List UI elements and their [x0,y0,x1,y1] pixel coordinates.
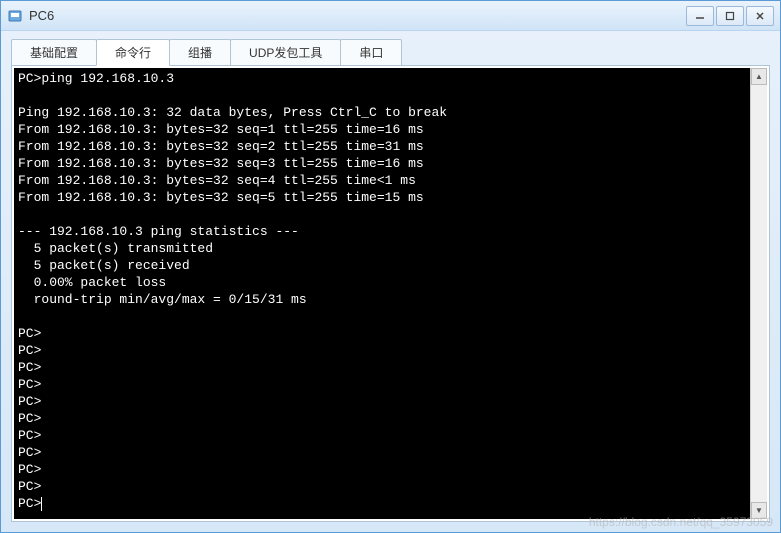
tab-multicast[interactable]: 组播 [169,39,231,66]
close-button[interactable] [746,6,774,26]
tab-command-line[interactable]: 命令行 [96,39,170,66]
window-controls [684,6,774,26]
app-window: PC6 基础配置 命令行 组播 UDP发包工具 串口 PC>ping 192.1… [0,0,781,533]
content-area: 基础配置 命令行 组播 UDP发包工具 串口 PC>ping 192.168.1… [1,31,780,532]
window-title: PC6 [29,8,684,23]
terminal-container: PC>ping 192.168.10.3 Ping 192.168.10.3: … [11,65,770,522]
tab-bar: 基础配置 命令行 组播 UDP发包工具 串口 [11,39,770,66]
terminal[interactable]: PC>ping 192.168.10.3 Ping 192.168.10.3: … [14,68,750,519]
scroll-down-arrow[interactable]: ▼ [751,502,767,519]
scroll-up-arrow[interactable]: ▲ [751,68,767,85]
scrollbar[interactable]: ▲ ▼ [750,68,767,519]
tab-basic-config[interactable]: 基础配置 [11,39,97,66]
app-icon [7,8,23,24]
titlebar: PC6 [1,1,780,31]
tab-serial[interactable]: 串口 [340,39,402,66]
maximize-button[interactable] [716,6,744,26]
tab-udp-tool[interactable]: UDP发包工具 [230,39,341,66]
minimize-button[interactable] [686,6,714,26]
